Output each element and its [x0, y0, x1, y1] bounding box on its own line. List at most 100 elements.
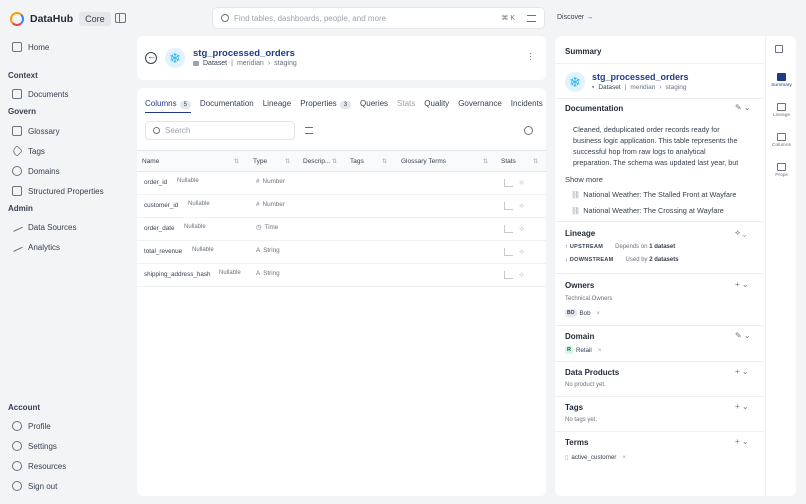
edit-domain-icon[interactable]: ✎ ⌄: [735, 331, 751, 340]
table-row[interactable]: order_id Nullable # Number ⟡: [137, 172, 546, 195]
terms-title: Terms: [565, 438, 589, 447]
brand[interactable]: DataHub Core: [10, 10, 111, 28]
documentation-text: Cleaned, deduplicated order records read…: [573, 125, 739, 167]
tab-properties[interactable]: Properties 3: [300, 99, 352, 113]
lineage-action-icon[interactable]: ⟡ ⌄: [735, 228, 746, 238]
doc-link[interactable]: ⛓ National Weather: The Crossing at Wayfa…: [571, 206, 724, 215]
number-type-icon: #: [256, 201, 260, 208]
global-search-input[interactable]: Find tables, dashboards, people, and mor…: [212, 7, 545, 29]
back-arrow-icon[interactable]: [145, 51, 157, 64]
rail-columns[interactable]: Columns: [766, 133, 797, 148]
summary-entity-title[interactable]: stg_processed_orders: [592, 72, 689, 82]
column-header-stats[interactable]: Stats ⇅: [501, 158, 538, 165]
tab-lineage[interactable]: Lineage: [263, 99, 291, 113]
table-row[interactable]: customer_id Nullable # Number ⟡: [137, 195, 546, 218]
lineage-title: Lineage: [565, 229, 596, 238]
breadcrumb-item[interactable]: meridian: [237, 60, 264, 67]
sidebar-item-domains[interactable]: Domains: [12, 164, 124, 178]
filter-icon[interactable]: [305, 127, 313, 134]
filter-icon[interactable]: [527, 14, 536, 22]
book-icon: [12, 126, 22, 136]
more-options-icon[interactable]: · · ·: [529, 49, 532, 64]
sidebar-item-analytics[interactable]: Analytics: [11, 240, 124, 254]
sidebar-item-settings[interactable]: Settings: [12, 439, 124, 453]
domain-chip[interactable]: R Retail ×: [565, 346, 601, 354]
stats-chart-icon[interactable]: [504, 179, 513, 187]
stats-chart-icon[interactable]: [504, 202, 513, 210]
stats-chart-icon[interactable]: [504, 271, 513, 279]
brand-badge: Core: [79, 12, 111, 26]
lineage-icon[interactable]: ⟡: [519, 270, 524, 280]
doc-link[interactable]: ⛓ National Weather: The Stalled Front at …: [571, 190, 736, 199]
sidebar-item-data-sources[interactable]: Data Sources: [11, 220, 124, 234]
lineage-icon[interactable]: ⟡: [519, 178, 524, 188]
tab-count: 3: [339, 101, 352, 109]
downstream-row[interactable]: ↓ DOWNSTREAM Used by 2 datasets: [565, 257, 679, 263]
tab-governance[interactable]: Governance: [458, 99, 502, 113]
sidebar-item-profile[interactable]: Profile: [12, 419, 124, 433]
gear-icon: [12, 441, 22, 451]
rail-summary[interactable]: Summary: [766, 73, 797, 88]
entity-title[interactable]: stg_processed_orders: [193, 48, 295, 59]
sidebar-item-label: Tags: [28, 146, 45, 156]
sidebar-item-home[interactable]: Home: [12, 40, 124, 54]
edit-icon[interactable]: ✎ ⌄: [735, 103, 751, 112]
column-type: # Number: [256, 178, 285, 185]
nullable-badge: Nullable: [177, 178, 199, 184]
column-header-description[interactable]: Descrip... ⇅: [303, 158, 337, 165]
sidebar-collapse-icon[interactable]: [115, 13, 126, 23]
divider: [555, 273, 764, 274]
sidebar-item-structured-properties[interactable]: Structured Properties: [12, 184, 124, 198]
summary-entity-breadcrumb: ▪ Dataset | meridian › staging: [592, 84, 687, 91]
lineage-icon[interactable]: ⟡: [519, 224, 524, 234]
rail-props[interactable]: Props: [766, 163, 797, 178]
tab-quality[interactable]: Quality: [424, 99, 449, 113]
list-icon: [12, 186, 22, 196]
tab-incidents[interactable]: Incidents: [511, 99, 543, 113]
columns-search-input[interactable]: Search: [145, 121, 295, 140]
sidebar-item-sign-out[interactable]: Sign out: [12, 479, 124, 493]
owners-subtitle: Technical Owners: [565, 296, 613, 302]
globe-icon: [12, 166, 22, 176]
term-chip[interactable]: ▯ active_customer ×: [565, 454, 626, 461]
sidebar-item-tags[interactable]: Tags: [11, 144, 124, 158]
divider: [555, 361, 764, 362]
add-owner-icon[interactable]: + ⌄: [735, 280, 749, 289]
nav-section-admin: Admin: [8, 204, 33, 213]
lineage-icon[interactable]: ⟡: [519, 201, 524, 211]
breadcrumb-item[interactable]: staging: [274, 60, 297, 67]
owner-chip[interactable]: BO Bob ×: [565, 309, 600, 317]
table-row[interactable]: total_revenue Nullable A String ⟡: [137, 241, 546, 264]
lineage-icon[interactable]: ⟡: [519, 247, 524, 257]
column-header-name[interactable]: Name ⇅: [142, 158, 239, 165]
book-icon: ▯: [565, 455, 569, 461]
sidebar-item-glossary[interactable]: Glossary: [12, 124, 124, 138]
rail-lineage[interactable]: Lineage: [766, 103, 797, 118]
entity-breadcrumb: Dataset | meridian › staging: [193, 60, 297, 67]
table-row[interactable]: order_date Nullable ◷ Time ⟡: [137, 218, 546, 241]
tab-stats[interactable]: Stats: [397, 99, 415, 113]
add-tag-icon[interactable]: + ⌄: [735, 402, 749, 411]
upstream-row[interactable]: ↑ UPSTREAM Depends on 1 dataset: [565, 244, 675, 250]
column-header-type[interactable]: Type ⇅: [253, 158, 290, 165]
history-icon[interactable]: [524, 126, 533, 135]
close-icon: ×: [622, 454, 626, 461]
column-header-tags[interactable]: Tags ⇅: [350, 158, 387, 165]
sidebar-item-documents[interactable]: Documents: [12, 87, 124, 101]
tab-columns[interactable]: Columns 5: [145, 99, 191, 113]
discover-link[interactable]: Discover →: [557, 14, 593, 21]
tab-documentation[interactable]: Documentation: [200, 99, 254, 113]
show-more-link[interactable]: Show more: [565, 175, 603, 184]
sidebar-item-label: Glossary: [28, 126, 60, 136]
table-row[interactable]: shipping_address_hash Nullable A String ⟡: [137, 264, 546, 287]
tag-icon: [11, 145, 23, 157]
stats-chart-icon[interactable]: [504, 225, 513, 233]
add-term-icon[interactable]: + ⌄: [735, 437, 749, 446]
sidebar-item-resources[interactable]: Resources: [12, 459, 124, 473]
string-type-icon: A: [256, 270, 261, 277]
tab-queries[interactable]: Queries: [360, 99, 388, 113]
stats-chart-icon[interactable]: [504, 248, 513, 256]
column-header-glossary-terms[interactable]: Glossary Terms ⇅: [401, 158, 488, 165]
add-data-product-icon[interactable]: + ⌄: [735, 367, 749, 376]
search-placeholder: Find tables, dashboards, people, and mor…: [234, 13, 387, 23]
